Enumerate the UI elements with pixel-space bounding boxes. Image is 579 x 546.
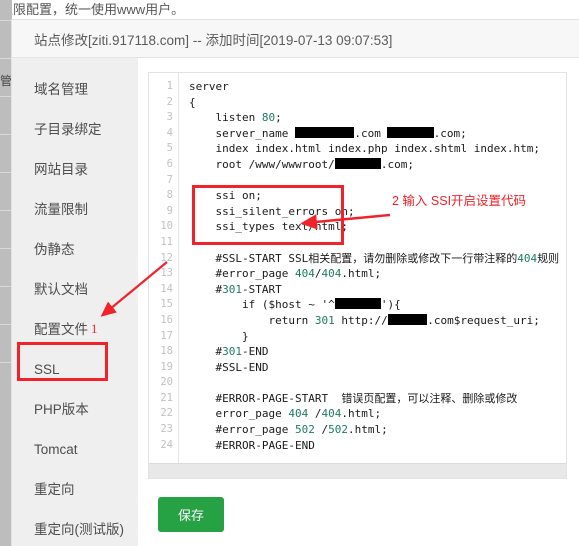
code-number-token: 404 [294, 267, 315, 281]
redacted-text [387, 126, 434, 138]
code-line[interactable]: #ERROR-PAGE-END [189, 438, 566, 454]
line-number: 13 [160, 267, 173, 280]
line-number: 9 [166, 204, 173, 217]
redacted-text [387, 313, 428, 325]
code-line[interactable]: #error_page 404/404.html; [189, 266, 566, 282]
site-modify-dialog: 站点修改[ziti.917118.com] -- 添加时间[2019-07-13… [12, 20, 579, 546]
code-line[interactable]: index index.html index.php index.shtml i… [189, 141, 566, 157]
line-number: 22 [160, 407, 173, 420]
line-number: 8 [166, 189, 173, 202]
background-top-text: 权限配置，统一使用www用户。 [0, 0, 579, 20]
line-number: 12 [160, 251, 173, 264]
line-number: 3 [166, 111, 173, 124]
code-line[interactable]: error_page 404 /404.html; [189, 406, 566, 422]
line-number-gutter: 1 2 3 4 5 6 7 8 9 10 11 12 13 14 15 16 17 18 19 20 21 22 23 24 [149, 73, 179, 465]
code-line[interactable]: root /www/wwwroot/.com; [189, 157, 566, 173]
line-number: 23 [160, 423, 173, 436]
line-number: 17 [160, 329, 173, 342]
code-line[interactable]: server [189, 79, 566, 95]
sidebar-item-traffic-limit[interactable]: 流量限制 [12, 190, 138, 230]
sidebar-item-php-version[interactable]: PHP版本 [12, 390, 138, 430]
sidebar-item-ssl[interactable]: SSL [12, 350, 138, 390]
redacted-text [294, 126, 355, 138]
code-line[interactable]: if ($host ~ '^ '){ [189, 297, 566, 313]
sidebar-item-config-file[interactable]: 配置文件 [12, 310, 138, 350]
line-number: 19 [160, 360, 173, 373]
line-number: 20 [160, 376, 173, 389]
code-line[interactable]: listen 80; [189, 110, 566, 126]
code-line[interactable]: ssi_types text/html; [189, 219, 566, 235]
code-line[interactable]: { [189, 95, 566, 111]
code-line[interactable] [189, 375, 566, 391]
line-number: 2 [166, 95, 173, 108]
annotation-step2-label: 2 输入 SSI开启设置代码 [392, 194, 527, 208]
dialog-title: 站点修改[ziti.917118.com] -- 添加时间[2019-07-13… [34, 32, 393, 48]
code-line[interactable]: #ERROR-PAGE-START 错误页配置，可以注释、删除或修改 [189, 391, 566, 407]
save-button[interactable]: 保存 [158, 497, 225, 532]
code-number-token: 404 [321, 267, 342, 281]
editor-horizontal-scrollbar[interactable] [149, 463, 566, 478]
code-line[interactable]: #SSL-END [189, 360, 566, 376]
line-number: 6 [166, 157, 173, 170]
code-number-token: 502 [294, 423, 315, 437]
settings-sidebar: 域名管理 子目录绑定 网站目录 流量限制 伪静态 默认文档 配置文件 SSL P… [12, 58, 138, 546]
code-number-token: 301 [314, 313, 335, 327]
sidebar-item-pseudo-static[interactable]: 伪静态 [12, 230, 138, 270]
code-number-token: 404 [517, 251, 538, 265]
code-line[interactable]: #301-END [189, 344, 566, 360]
editor-footer: 保存 [148, 479, 567, 532]
code-line[interactable]: server_name .com .com; [189, 126, 566, 142]
sidebar-item-subdirectory-binding[interactable]: 子目录绑定 [12, 110, 138, 150]
code-line[interactable] [189, 235, 566, 251]
line-number: 11 [160, 235, 173, 248]
background-left-label: 管 [0, 74, 12, 88]
line-number: 24 [160, 438, 173, 451]
line-number: 4 [166, 126, 173, 139]
code-number-token: 80 [261, 111, 276, 125]
line-number: 1 [166, 80, 173, 92]
code-number-token: 404 [288, 407, 309, 421]
code-line[interactable]: #SSL-START SSL相关配置，请勿删除或修改下一行带注释的404规则 [189, 251, 566, 267]
code-line[interactable]: } [189, 329, 566, 345]
dialog-header: 站点修改[ziti.917118.com] -- 添加时间[2019-07-13… [12, 20, 579, 58]
line-number: 15 [160, 298, 173, 311]
sidebar-item-site-directory[interactable]: 网站目录 [12, 150, 138, 190]
sidebar-item-redirect[interactable]: 重定向 [12, 470, 138, 510]
redacted-text [334, 157, 381, 169]
code-number-token: 502 [328, 423, 348, 437]
settings-content-pane: 1 2 3 4 5 6 7 8 9 10 11 12 13 14 15 16 17 18 19 20 21 22 23 24 … [138, 58, 579, 546]
sidebar-item-domain-management[interactable]: 域名管理 [12, 70, 138, 110]
code-number-token: 301 [222, 345, 242, 359]
sidebar-item-default-document[interactable]: 默认文档 [12, 270, 138, 310]
redacted-text [334, 298, 381, 310]
sidebar-item-redirect-beta[interactable]: 重定向(测试版) [12, 510, 138, 546]
line-number: 7 [166, 173, 173, 186]
code-line[interactable]: #error_page 502 /502.html; [189, 422, 566, 438]
dialog-body: 域名管理 子目录绑定 网站目录 流量限制 伪静态 默认文档 配置文件 SSL P… [12, 58, 579, 546]
code-line[interactable] [189, 173, 566, 189]
code-number-token: 404 [321, 407, 342, 421]
sidebar-item-tomcat[interactable]: Tomcat [12, 430, 138, 470]
code-line[interactable]: #301-START [189, 282, 566, 298]
line-number: 14 [160, 282, 173, 295]
line-number: 18 [160, 345, 173, 358]
line-number: 16 [160, 313, 173, 326]
line-number: 21 [160, 391, 173, 404]
code-line[interactable]: return 301 http://.com$request_uri; [189, 313, 566, 329]
line-number: 5 [166, 142, 173, 155]
config-file-editor[interactable]: 1 2 3 4 5 6 7 8 9 10 11 12 13 14 15 16 17 18 19 20 21 22 23 24 … [148, 72, 567, 479]
code-text[interactable]: server{ listen 80; server_name .com .com… [179, 73, 566, 465]
code-area: 1 2 3 4 5 6 7 8 9 10 11 12 13 14 15 16 17 18 19 20 21 22 23 24 … [149, 73, 566, 465]
line-number: 10 [160, 220, 173, 233]
code-number-token: 301 [222, 282, 242, 296]
annotation-step1-number: 1 [91, 321, 98, 336]
